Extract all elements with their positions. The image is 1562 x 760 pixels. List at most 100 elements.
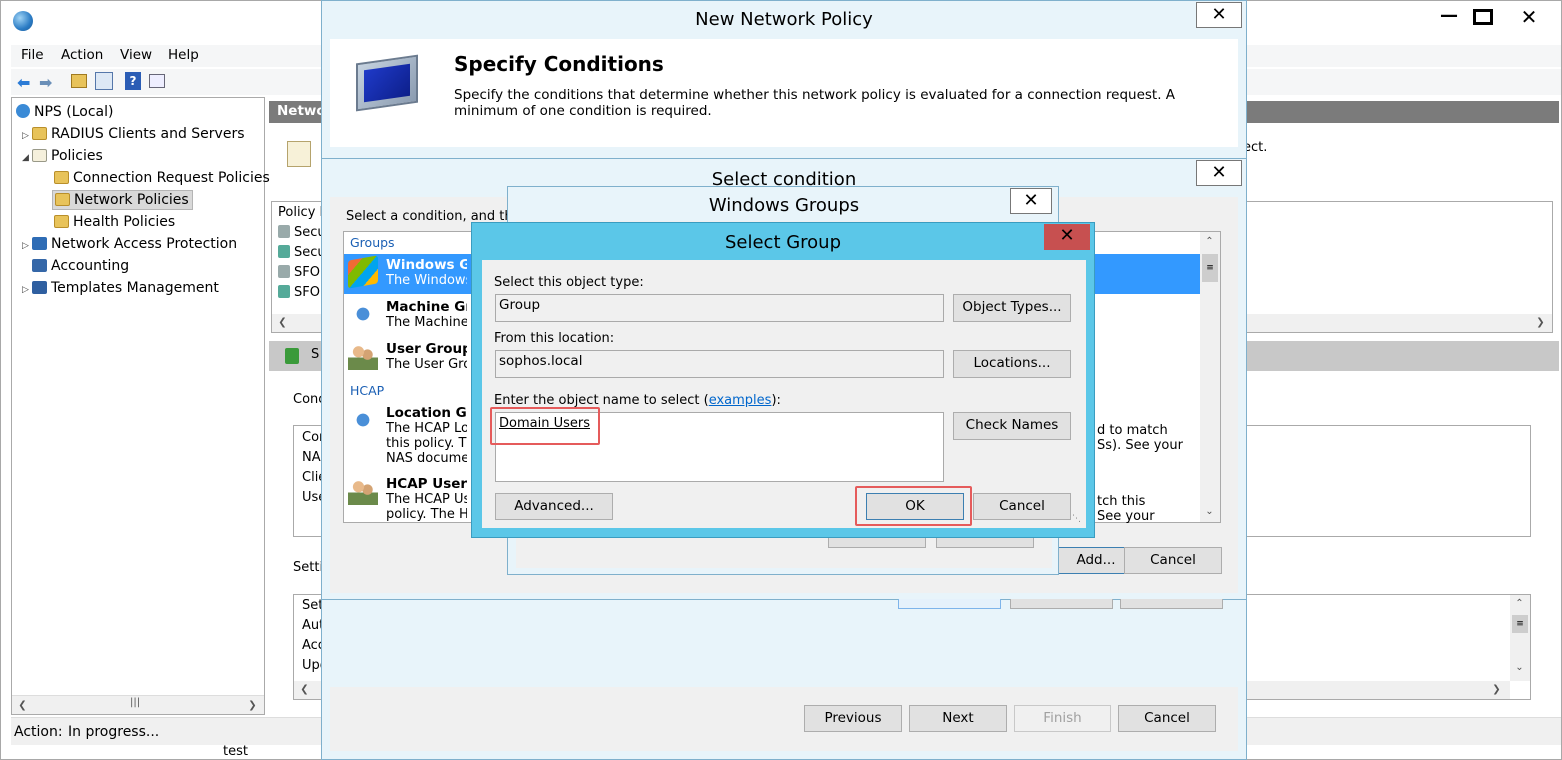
scroll-left-icon[interactable]: ❮ [14,697,31,714]
behind-button [1120,599,1223,609]
resize-grip-icon[interactable]: ⋱ [1072,514,1081,524]
select-group-cancel-button[interactable]: Cancel [973,493,1071,520]
user-groups-icon [348,342,378,370]
cancel-button[interactable]: Cancel [1118,705,1216,732]
expand-triangle-icon[interactable]: ▷ [22,281,32,299]
select-group-body: Select this object type: Group Object Ty… [482,260,1086,528]
behind-button [898,599,1001,609]
tree-item-health-policies[interactable]: Health Policies [54,213,175,231]
nap-icon [32,237,47,250]
wizard-close-button[interactable]: ✕ [1196,2,1242,28]
behind-text: See your [1097,509,1155,524]
properties-icon[interactable] [149,74,165,88]
behind-text: d to match [1097,423,1168,438]
scroll-down-icon[interactable]: ⌄ [1511,659,1528,676]
scroll-thumb-grip-icon[interactable]: ||| [130,697,140,708]
scroll-left-icon[interactable]: ❮ [296,681,313,698]
wizard-heading: Specify Conditions [454,52,664,76]
locations-button[interactable]: Locations... [953,350,1071,378]
templates-icon [32,281,47,294]
previous-button[interactable]: Previous [804,705,902,732]
condition-machine-groups[interactable]: Machine Grou The Machine G [344,296,467,336]
policy-row[interactable]: SFO [278,265,320,280]
tree-item-radius-clients[interactable]: ▷ RADIUS Clients and Servers [22,125,245,145]
scroll-thumb-grip-icon[interactable]: ≡ [1512,615,1528,633]
select-condition-close-button[interactable]: ✕ [1196,160,1242,186]
folder-icon [32,127,47,140]
check-names-button[interactable]: Check Names [953,412,1071,440]
folder-icon [54,171,69,184]
console-tree: NPS (Local) ▷ RADIUS Clients and Servers … [11,97,270,715]
wizard-header-panel: Specify Conditions Specify the condition… [330,39,1238,147]
scroll-right-icon[interactable]: ❯ [1488,681,1505,698]
help-icon[interactable]: ? [125,72,141,90]
console-tree-icon[interactable] [95,72,113,90]
maximize-button[interactable] [1473,9,1493,25]
behind-button [1010,599,1113,609]
settings-label: Setti [293,560,324,575]
wizard-title: New Network Policy [695,9,873,30]
minimize-button[interactable]: — [1431,7,1467,29]
condition-vscrollbar[interactable]: ⌃ ≡ ⌄ [1200,232,1220,522]
select-condition-cancel-button[interactable]: Cancel [1124,547,1222,574]
location-field: sophos.local [495,350,944,378]
windows-groups-icon [348,255,378,289]
back-arrow-icon[interactable]: ⬅ [17,73,30,92]
folder-icon [55,193,70,206]
object-types-button[interactable]: Object Types... [953,294,1071,322]
tree-item-network-policies[interactable]: Network Policies [52,190,193,210]
scroll-up-icon[interactable]: ⌃ [1201,233,1218,250]
nps-globe-icon [16,104,30,118]
condition-location-groups[interactable]: Location Grou The HCAP Loc this policy. … [344,402,467,466]
menu-help[interactable]: Help [168,47,199,63]
menu-view[interactable]: View [120,47,152,63]
tree-item-network-access-protection[interactable]: ▷ Network Access Protection [22,235,237,255]
menu-action[interactable]: Action [61,47,103,63]
scroll-up-icon[interactable]: ⌃ [1511,595,1528,612]
policy-row[interactable]: SFO [278,285,320,300]
tree-item-templates-management[interactable]: ▷ Templates Management [22,279,219,299]
tree-item-accounting[interactable]: Accounting [32,257,129,275]
condition-windows-groups[interactable]: Windows Grou The Windows G [344,254,467,294]
check-shield-icon [285,348,299,364]
select-group-close-button[interactable]: ✕ [1044,224,1090,250]
tree-hscrollbar[interactable]: ❮ ||| ❯ [12,695,264,714]
scroll-thumb-grip-icon[interactable]: ≡ [1202,254,1218,282]
windows-groups-close-button[interactable]: ✕ [1010,188,1052,214]
condition-user-groups[interactable]: User Groups The User Grou [344,338,467,378]
forward-arrow-icon[interactable]: ➡ [39,73,52,92]
windows-groups-title: Windows Groups [708,195,860,216]
monitor-icon [356,54,418,112]
notepad-icon [287,141,311,167]
settings-vscrollbar[interactable]: ⌃ ≡ ⌄ [1510,595,1530,681]
policy-icon [278,245,290,258]
examples-link[interactable]: examples [709,393,772,408]
condition-hcap-user-groups[interactable]: HCAP User G The HCAP Use policy. The HC [344,473,467,521]
scroll-right-icon[interactable]: ❯ [1532,314,1549,331]
policy-icon [278,285,290,298]
tree-root[interactable]: NPS (Local) [16,103,113,121]
wizard-footer: Previous Next Finish Cancel [330,687,1238,751]
menu-file[interactable]: File [21,47,44,63]
accounting-icon [32,259,47,272]
wizard-description: Specify the conditions that determine wh… [454,87,1176,119]
policy-icon [278,265,290,278]
policy-row[interactable]: Secu [278,225,326,240]
scroll-down-icon[interactable]: ⌄ [1201,503,1218,520]
collapse-triangle-icon[interactable]: ◢ [22,149,32,167]
machine-groups-icon [348,300,378,328]
location-groups-icon [348,406,378,434]
up-folder-icon[interactable] [71,74,87,88]
scroll-right-icon[interactable]: ❯ [244,697,261,714]
expand-triangle-icon[interactable]: ▷ [22,127,32,145]
policy-row[interactable]: Secu [278,245,326,260]
select-group-dialog: Select Group ✕ Select this object type: … [471,222,1095,538]
expand-triangle-icon[interactable]: ▷ [22,237,32,255]
tree-item-policies[interactable]: ◢ Policies [22,147,103,167]
close-button[interactable]: ✕ [1511,5,1547,29]
next-button[interactable]: Next [909,705,1007,732]
advanced-button[interactable]: Advanced... [495,493,613,520]
hcap-user-groups-icon [348,477,378,505]
scroll-left-icon[interactable]: ❮ [274,314,291,331]
tree-item-connection-request-policies[interactable]: Connection Request Policies [54,169,270,187]
